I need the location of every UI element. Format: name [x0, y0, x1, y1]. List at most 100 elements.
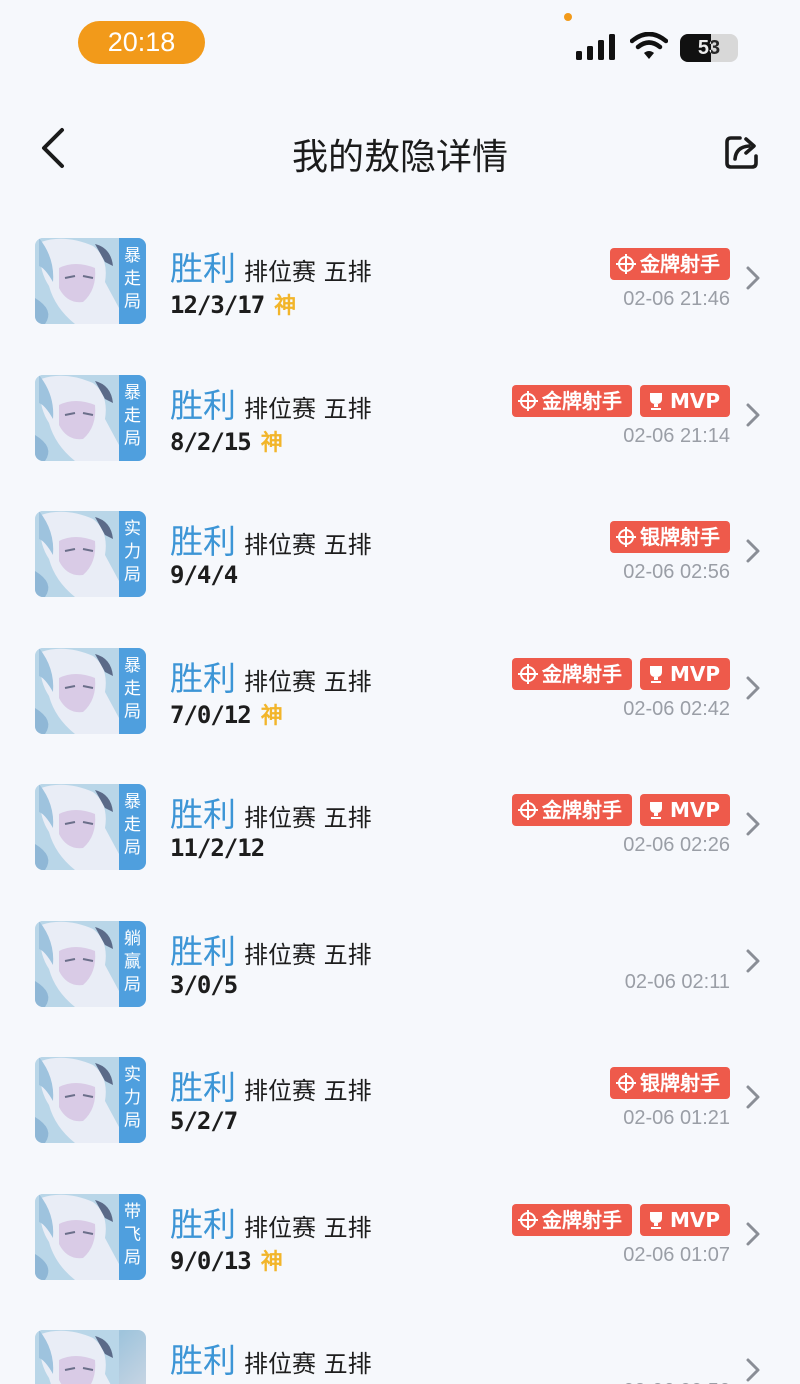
match-result: 胜利	[170, 1204, 236, 1244]
match-summary: 胜利 排位赛 五排	[170, 242, 372, 288]
match-row[interactable]: 暴走局 胜利 排位赛 五排 12/3/17 神 金牌射手 02-06 21:46	[0, 212, 800, 348]
page-title: 我的敖隐详情	[291, 137, 508, 178]
match-result: 胜利	[170, 1341, 236, 1380]
mode-tag: 躺赢局	[119, 920, 146, 1007]
kda-value: 5/2/7	[170, 1107, 238, 1135]
match-type: 排位赛 五排	[244, 940, 372, 969]
badge-label: 金牌射手	[541, 661, 622, 686]
match-summary: 胜利 排位赛 五排	[170, 1061, 372, 1107]
god-mark: 神	[260, 703, 283, 729]
kda: 11/2/12	[170, 834, 265, 862]
crosshair-icon	[517, 800, 538, 820]
hero-portrait-icon	[35, 1330, 119, 1384]
chevron-right-icon	[746, 812, 760, 836]
mode-tag: 实力局	[119, 511, 146, 597]
match-result: 胜利	[170, 931, 236, 971]
hero-avatar: 带飞局	[35, 1193, 146, 1280]
match-time: 02-06 02:26	[623, 834, 730, 856]
chevron-right-icon	[746, 1358, 760, 1382]
medal-badge: 金牌射手	[610, 248, 730, 280]
chevron-right-icon	[746, 676, 760, 699]
trophy-icon	[649, 1211, 662, 1229]
hero-avatar: 暴走局	[35, 647, 146, 734]
chevron-right-icon	[746, 949, 760, 972]
wifi-icon	[630, 32, 668, 59]
match-result: 胜利	[170, 385, 236, 425]
badge-group: 金牌射手	[610, 248, 730, 280]
medal-badge: 金牌射手	[511, 384, 632, 417]
mvp-badge: MVP	[639, 384, 730, 417]
badge-label: MVP	[669, 1207, 720, 1232]
badge-group: 银牌射手	[610, 521, 730, 553]
match-time: 02-06 21:14	[623, 424, 730, 447]
badge-label: 金牌射手	[541, 388, 622, 413]
match-time: 02-06 02:56	[623, 561, 730, 583]
medal-badge: 金牌射手	[511, 657, 632, 690]
match-row[interactable]: 暴走局 胜利 排位赛 五排 11/2/12 金牌射手 MVP 02-06 02:26	[0, 758, 800, 894]
match-row[interactable]: 暴走局 胜利 排位赛 五排 8/2/15 神 金牌射手 MVP 02-06 21:14	[0, 349, 800, 485]
match-row[interactable]: 暴走局 胜利 排位赛 五排 7/0/12 神 金牌射手 MVP 02-06 02:42	[0, 622, 800, 758]
match-time: 02-06 01:21	[623, 1107, 730, 1129]
status-bar: 20:18 53	[0, 0, 800, 86]
hero-avatar: 暴走局	[35, 374, 146, 461]
hero-avatar: 实力局	[35, 1057, 146, 1143]
kda-value: 9/4/4	[170, 561, 238, 589]
mode-tag: 实力局	[119, 1057, 146, 1143]
match-time: 02-06 21:46	[623, 288, 730, 310]
god-mark: 神	[274, 294, 296, 319]
match-type: 排位赛 五排	[244, 1350, 372, 1378]
crosshair-icon	[517, 1209, 538, 1230]
medal-badge: 金牌射手	[511, 794, 632, 826]
chevron-right-icon	[746, 1085, 760, 1109]
kda-value: 8/2/15	[170, 427, 252, 456]
medal-badge: 金牌射手	[511, 1203, 632, 1236]
match-result: 胜利	[170, 522, 236, 561]
privacy-indicator-dot	[564, 13, 572, 21]
match-result: 胜利	[170, 249, 236, 288]
kda-value: 12/3/17	[170, 291, 265, 319]
match-summary: 胜利 排位赛 五排	[170, 788, 372, 834]
match-type: 排位赛 五排	[244, 804, 372, 832]
trophy-icon	[649, 392, 662, 410]
match-row[interactable]: 实力局 胜利 排位赛 五排 5/2/7 银牌射手 02-06 01:21	[0, 1031, 800, 1167]
mode-tag: 暴走局	[119, 238, 146, 324]
badge-label: 银牌射手	[640, 525, 720, 549]
match-time: 02-06 02:11	[624, 970, 730, 993]
match-type: 排位赛 五排	[244, 667, 372, 696]
match-row[interactable]: 带飞局 胜利 排位赛 五排 9/0/13 神 金牌射手 MVP 02-06 01:07	[0, 1168, 800, 1304]
medal-badge: 银牌射手	[610, 521, 730, 553]
match-row[interactable]: 躺赢局 胜利 排位赛 五排 3/0/5 02-06 02:11	[0, 895, 800, 1031]
status-time: 20:18	[78, 21, 205, 64]
kda-value: 3/0/5	[170, 970, 238, 999]
kda: 7/0/12 神	[170, 698, 283, 730]
kda: 3/0/5	[170, 970, 238, 999]
badge-label: 金牌射手	[640, 252, 720, 276]
kda: 9/4/4	[170, 561, 238, 589]
hero-avatar: 暴走局	[35, 238, 146, 324]
mode-tag: 暴走局	[119, 784, 146, 870]
chevron-right-icon	[746, 539, 760, 563]
match-type: 排位赛 五排	[244, 1213, 372, 1242]
god-mark: 神	[260, 1249, 283, 1275]
kda-value: 9/0/13	[170, 1246, 252, 1275]
match-result: 胜利	[170, 1068, 236, 1107]
badge-group: 金牌射手 MVP	[511, 657, 730, 690]
medal-badge: 银牌射手	[610, 1067, 730, 1099]
trophy-icon	[649, 802, 662, 819]
mvp-badge: MVP	[639, 1203, 730, 1236]
chevron-right-icon	[746, 266, 760, 290]
crosshair-icon	[616, 527, 636, 547]
kda-value: 11/2/12	[170, 834, 265, 862]
chevron-right-icon	[746, 403, 760, 426]
trophy-icon	[649, 665, 662, 683]
kda-value: 7/0/12	[170, 700, 252, 729]
match-type: 排位赛 五排	[244, 394, 372, 423]
match-row[interactable]: 胜利排位赛 五排 02-06 00:56	[0, 1304, 800, 1384]
crosshair-icon	[517, 390, 538, 411]
match-time: 02-06 00:56	[623, 1380, 730, 1384]
match-row[interactable]: 实力局 胜利 排位赛 五排 9/4/4 银牌射手 02-06 02:56	[0, 485, 800, 621]
share-button[interactable]	[718, 126, 768, 176]
badge-label: MVP	[669, 798, 720, 822]
mode-tag: 带飞局	[119, 1193, 146, 1280]
match-result: 胜利	[170, 795, 236, 834]
